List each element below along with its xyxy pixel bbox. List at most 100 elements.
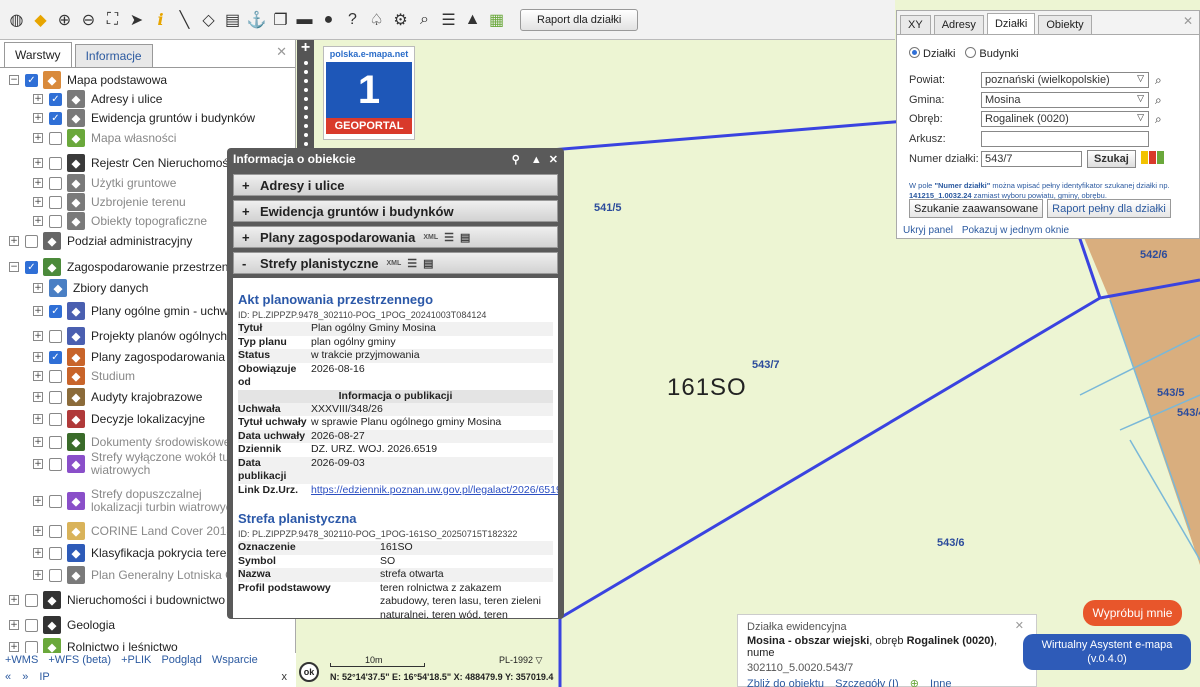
expand-icon[interactable]: + bbox=[33, 548, 43, 558]
layer-row[interactable]: + ◆ Strefy dopuszczalnej lokalizacji turbi… bbox=[33, 488, 251, 514]
expand-icon[interactable]: + bbox=[9, 642, 19, 652]
anchor-icon[interactable]: ⚓ bbox=[246, 9, 267, 31]
layer-checkbox[interactable] bbox=[49, 494, 62, 508]
expand-icon[interactable]: + bbox=[33, 496, 43, 506]
close-icon[interactable]: ✕ bbox=[549, 154, 558, 166]
layer-row[interactable]: + ◆ Rejestr Cen Nieruchomości bbox=[33, 153, 237, 173]
virtual-assistant-button[interactable]: Wirtualny Asystent e-mapa (v.0.4.0) bbox=[1023, 634, 1191, 670]
print-icon[interactable]: ▤ bbox=[460, 231, 470, 244]
expand-icon[interactable]: + bbox=[33, 437, 43, 447]
search-icon[interactable]: ⌕ bbox=[1155, 73, 1162, 88]
layer-checkbox[interactable] bbox=[25, 234, 38, 248]
tab-info[interactable]: Informacje bbox=[74, 44, 153, 67]
layer-row[interactable]: + ◆ Zbiory danych bbox=[33, 278, 148, 298]
expand-icon[interactable]: + bbox=[33, 283, 43, 293]
palette-icon[interactable]: ▦ bbox=[486, 9, 507, 31]
report-button[interactable]: Raport dla działki bbox=[520, 8, 639, 31]
details-link[interactable]: Szczegóły (I) bbox=[835, 678, 899, 687]
comment-icon[interactable]: ● bbox=[318, 9, 339, 31]
expand-icon[interactable]: + bbox=[33, 392, 43, 402]
layer-row[interactable]: + ◆ Geologia bbox=[9, 615, 115, 635]
layer-checkbox[interactable] bbox=[49, 156, 62, 170]
hide-panel-link[interactable]: Ukryj panel bbox=[903, 225, 953, 236]
tab-layers[interactable]: Warstwy bbox=[4, 42, 72, 67]
layer-checkbox[interactable] bbox=[49, 369, 62, 383]
preview-link[interactable]: Podgląd bbox=[161, 654, 201, 666]
layer-row[interactable]: + ◆ Klasyfikacja pokrycia terenu bbox=[33, 543, 240, 563]
parcel-label[interactable]: 543/7 bbox=[752, 359, 780, 371]
expand-icon[interactable]: + bbox=[242, 204, 260, 219]
accordion-section[interactable]: + Ewidencja gruntów i budynków bbox=[233, 200, 558, 222]
parcel-label[interactable]: 543/5 bbox=[1157, 387, 1185, 399]
add-file-link[interactable]: +PLIK bbox=[121, 654, 151, 666]
layer-row[interactable]: − ✓ ◆ Zagospodarowanie przestrzenne bbox=[9, 257, 242, 277]
layer-row[interactable]: + ◆ Podział administracyjny bbox=[9, 231, 192, 251]
other-link[interactable]: Inne bbox=[930, 678, 951, 687]
zoom-in-icon[interactable]: ⊕ bbox=[54, 9, 75, 31]
layer-row[interactable]: + ◆ Uzbrojenie terenu bbox=[33, 192, 186, 212]
search-button[interactable]: Szukaj bbox=[1087, 150, 1136, 168]
ip-link[interactable]: IP bbox=[39, 671, 49, 683]
parcel-label[interactable]: 543/6 bbox=[937, 537, 965, 549]
pointer-icon[interactable]: ➤ bbox=[126, 9, 147, 31]
add-wfs-link[interactable]: +WFS (beta) bbox=[48, 654, 111, 666]
layer-row[interactable]: + ◆ Strefy wyłączone wokół turbin wiatrowy… bbox=[33, 451, 251, 477]
help-icon[interactable]: ? bbox=[342, 9, 363, 31]
zoom-to-object-link[interactable]: Zbliż do obiektu bbox=[747, 678, 824, 687]
measure-area-icon[interactable]: ◇ bbox=[198, 9, 219, 31]
drop-icon[interactable]: ▲ bbox=[462, 9, 483, 31]
layer-checkbox[interactable] bbox=[25, 640, 38, 654]
advanced-search-button[interactable]: Szukanie zaawansowane bbox=[909, 199, 1044, 218]
full-extent-icon[interactable]: ⛶ bbox=[102, 9, 123, 31]
layer-checkbox[interactable] bbox=[49, 176, 62, 190]
close-icon[interactable]: ✕ bbox=[1015, 619, 1024, 632]
layer-checkbox[interactable] bbox=[49, 390, 62, 404]
search-icon[interactable]: ⌕ bbox=[1155, 112, 1162, 127]
expand-icon[interactable]: + bbox=[33, 459, 43, 469]
layer-checkbox[interactable] bbox=[49, 457, 62, 471]
expand-icon[interactable]: + bbox=[33, 197, 43, 207]
xml-icon[interactable]: XML bbox=[387, 260, 402, 267]
search-icon[interactable]: ⌕ bbox=[1155, 93, 1162, 108]
layer-row[interactable]: + ◆ Nieruchomości i budownictwo bbox=[9, 590, 225, 610]
layer-row[interactable]: + ◆ Obiekty topograficzne bbox=[33, 211, 207, 231]
accordion-section[interactable]: + Plany zagospodarowania XML ☰ ▤ bbox=[233, 226, 558, 248]
layer-row[interactable]: − ✓ ◆ Mapa podstawowa bbox=[9, 70, 167, 90]
layer-row[interactable]: + ◆ Mapa własności bbox=[33, 128, 176, 148]
tab-xy[interactable]: XY bbox=[900, 15, 931, 34]
expand-icon[interactable]: + bbox=[33, 331, 43, 341]
tab-objects[interactable]: Obiekty bbox=[1038, 15, 1092, 34]
layer-checkbox[interactable]: ✓ bbox=[49, 350, 62, 364]
ok-button[interactable]: ok bbox=[299, 662, 319, 682]
copy-icon[interactable]: ❐ bbox=[270, 9, 291, 31]
layer-row[interactable]: + ◆ Użytki gruntowe bbox=[33, 173, 176, 193]
accordion-section[interactable]: - Strefy planistyczne XML ☰ ▤ bbox=[233, 252, 558, 274]
layer-row[interactable]: + ◆ Dokumenty środowiskowe bbox=[33, 432, 230, 452]
projection-select[interactable]: PL-1992 ▽ bbox=[499, 655, 542, 666]
layer-row[interactable]: + ✓ ◆ Plany ogólne gmin - uchwalone bbox=[33, 301, 258, 321]
support-link[interactable]: Wsparcie bbox=[212, 654, 258, 666]
layer-checkbox[interactable]: ✓ bbox=[49, 304, 62, 318]
radio-parcels[interactable]: Działki bbox=[909, 47, 955, 60]
info-icon[interactable]: i bbox=[150, 9, 171, 31]
numer-input[interactable]: 543/7 bbox=[981, 151, 1082, 167]
layer-row[interactable]: + ◆ Projekty planów ogólnych bbox=[33, 326, 227, 346]
zoom-plus-icon[interactable]: + bbox=[297, 40, 314, 56]
layer-checkbox[interactable]: ✓ bbox=[49, 92, 62, 106]
arkusz-input[interactable] bbox=[981, 131, 1149, 147]
layer-checkbox[interactable] bbox=[25, 593, 38, 607]
expand-icon[interactable]: + bbox=[9, 595, 19, 605]
close-icon[interactable]: ✕ bbox=[276, 44, 287, 60]
print-icon[interactable]: ▤ bbox=[222, 9, 243, 31]
expand-icon[interactable]: + bbox=[33, 113, 43, 123]
zoom-out-icon[interactable]: ⊖ bbox=[78, 9, 99, 31]
link-icon[interactable]: ⚲ bbox=[512, 154, 520, 166]
expand-icon[interactable]: + bbox=[33, 216, 43, 226]
layer-checkbox[interactable] bbox=[49, 329, 62, 343]
layer-checkbox[interactable]: ✓ bbox=[25, 260, 38, 274]
layer-checkbox[interactable] bbox=[49, 524, 62, 538]
expand-icon[interactable]: + bbox=[242, 178, 260, 193]
tab-parcels[interactable]: Działki bbox=[986, 13, 1036, 34]
layer-checkbox[interactable] bbox=[49, 214, 62, 228]
cart-icon[interactable]: ☰ bbox=[438, 9, 459, 31]
